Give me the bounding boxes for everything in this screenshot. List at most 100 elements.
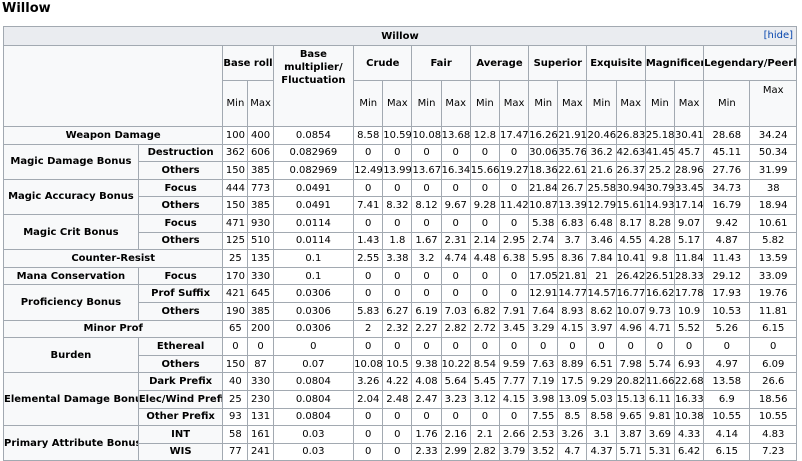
value-cell: 25: [222, 249, 249, 268]
value-cell: 38: [749, 178, 797, 198]
value-cell: 0: [353, 178, 384, 198]
row-sub-label: Others: [137, 301, 224, 321]
value-cell: 0: [353, 425, 384, 444]
value-cell: 17.14: [673, 196, 705, 215]
willow-stats-table: Willow [hide] Base rolls Base multiplier…: [2, 26, 797, 461]
value-cell: 13.59: [749, 249, 797, 268]
multiplier-cell: 0.082969: [272, 161, 355, 180]
value-cell: 7.77: [498, 372, 530, 391]
value-cell: 9.59: [498, 354, 530, 374]
value-cell: 4.97: [703, 354, 751, 374]
value-cell: 5.82: [749, 231, 797, 251]
value-cell: 17.5: [557, 372, 588, 391]
value-cell: 0: [498, 213, 530, 233]
value-cell: 13.39: [557, 196, 588, 215]
value-cell: 36.2: [586, 143, 617, 163]
max-header: Max: [247, 80, 274, 127]
multiplier-cell: 0.03: [272, 425, 355, 444]
value-cell: 6.51: [586, 354, 617, 374]
value-cell: 77: [222, 442, 249, 461]
row-sub-label: Dark Prefix: [137, 372, 224, 391]
value-cell: 330: [247, 372, 274, 391]
value-cell: 2.53: [528, 425, 559, 444]
value-cell: 4.7: [557, 442, 588, 461]
row-group-label: Magic Crit Bonus: [3, 213, 139, 251]
value-cell: 4.15: [557, 319, 588, 339]
value-cell: 11.66: [644, 372, 676, 391]
value-cell: 0: [247, 337, 274, 356]
value-cell: 10.41: [615, 249, 646, 268]
value-cell: 11.43: [703, 249, 751, 268]
value-cell: 10.38: [673, 407, 705, 427]
value-cell: 471: [222, 213, 249, 233]
value-cell: 6.9: [703, 389, 751, 409]
value-cell: 5.31: [644, 442, 676, 461]
value-cell: 5.83: [353, 301, 384, 321]
value-cell: 12.8: [469, 126, 500, 145]
value-cell: 2.47: [411, 389, 442, 409]
value-cell: 4.28: [644, 231, 676, 251]
value-cell: 4.37: [586, 442, 617, 461]
value-cell: 0: [469, 178, 500, 198]
value-cell: 6.19: [411, 301, 442, 321]
value-cell: 2.82: [440, 319, 471, 339]
min-header: Min: [353, 80, 384, 127]
multiplier-cell: 0.0114: [272, 231, 355, 251]
multiplier-cell: 0.07: [272, 354, 355, 374]
value-cell: 0: [353, 143, 384, 163]
multiplier-cell: 0.0114: [272, 213, 355, 233]
value-cell: 0: [353, 337, 384, 356]
value-cell: 0: [222, 337, 249, 356]
value-cell: 170: [222, 266, 249, 286]
value-cell: 3.12: [469, 389, 500, 409]
value-cell: 9.07: [673, 213, 705, 233]
multiplier-cell: 0.0491: [272, 196, 355, 215]
value-cell: 30.41: [673, 126, 705, 145]
value-cell: 5.74: [644, 354, 676, 374]
value-cell: 241: [247, 442, 274, 461]
value-cell: 29.12: [703, 266, 751, 286]
max-header: Max: [382, 80, 413, 127]
value-cell: 3.52: [528, 442, 559, 461]
value-cell: 10.22: [440, 354, 471, 374]
value-cell: 0: [440, 284, 471, 303]
min-header: Min: [222, 80, 249, 127]
table-row: Primary Attribute BonusesINT581610.03001…: [3, 425, 797, 461]
value-cell: 26.6: [749, 372, 797, 391]
value-cell: 11.84: [673, 249, 705, 268]
value-cell: 0: [498, 178, 530, 198]
value-cell: 9.28: [469, 196, 500, 215]
value-cell: 8.62: [586, 301, 617, 321]
max-header: Max: [557, 80, 588, 127]
table-row: Elemental Damage BonusesDark Prefix40330…: [3, 372, 797, 427]
hide-toggle-link[interactable]: [hide]: [764, 30, 793, 41]
multiplier-cell: 0.0804: [272, 389, 355, 409]
value-cell: 13.67: [411, 161, 442, 180]
value-cell: 7.19: [528, 372, 559, 391]
value-cell: 10.55: [703, 407, 751, 427]
value-cell: 330: [247, 266, 274, 286]
value-cell: 9.81: [644, 407, 676, 427]
header-fair: Fair: [411, 45, 471, 81]
value-cell: 150: [222, 354, 249, 374]
value-cell: 5.71: [615, 442, 646, 461]
value-cell: 3.2: [411, 249, 442, 268]
value-cell: 9.42: [703, 213, 751, 233]
value-cell: 5.17: [673, 231, 705, 251]
value-cell: 18.36: [528, 161, 559, 180]
max-header: Max: [615, 80, 646, 127]
value-cell: 3.97: [586, 319, 617, 339]
value-cell: 1.43: [353, 231, 384, 251]
header-legendary-peerless: Legendary/Peerless: [703, 45, 797, 81]
value-cell: 17.47: [498, 126, 530, 145]
value-cell: 0: [440, 337, 471, 356]
value-cell: 421: [222, 284, 249, 303]
value-cell: 0: [382, 284, 413, 303]
value-cell: 3.23: [440, 389, 471, 409]
value-cell: 12.91: [528, 284, 559, 303]
table-row: Burden Ethereal 0 0 0 0 0 0 0 0 0 0 0 0 0 0 0 0 0: [3, 337, 797, 374]
value-cell: 8.36: [557, 249, 588, 268]
value-cell: 0: [498, 143, 530, 163]
row-sub-label: WIS: [137, 442, 224, 461]
value-cell: 0: [557, 337, 588, 356]
